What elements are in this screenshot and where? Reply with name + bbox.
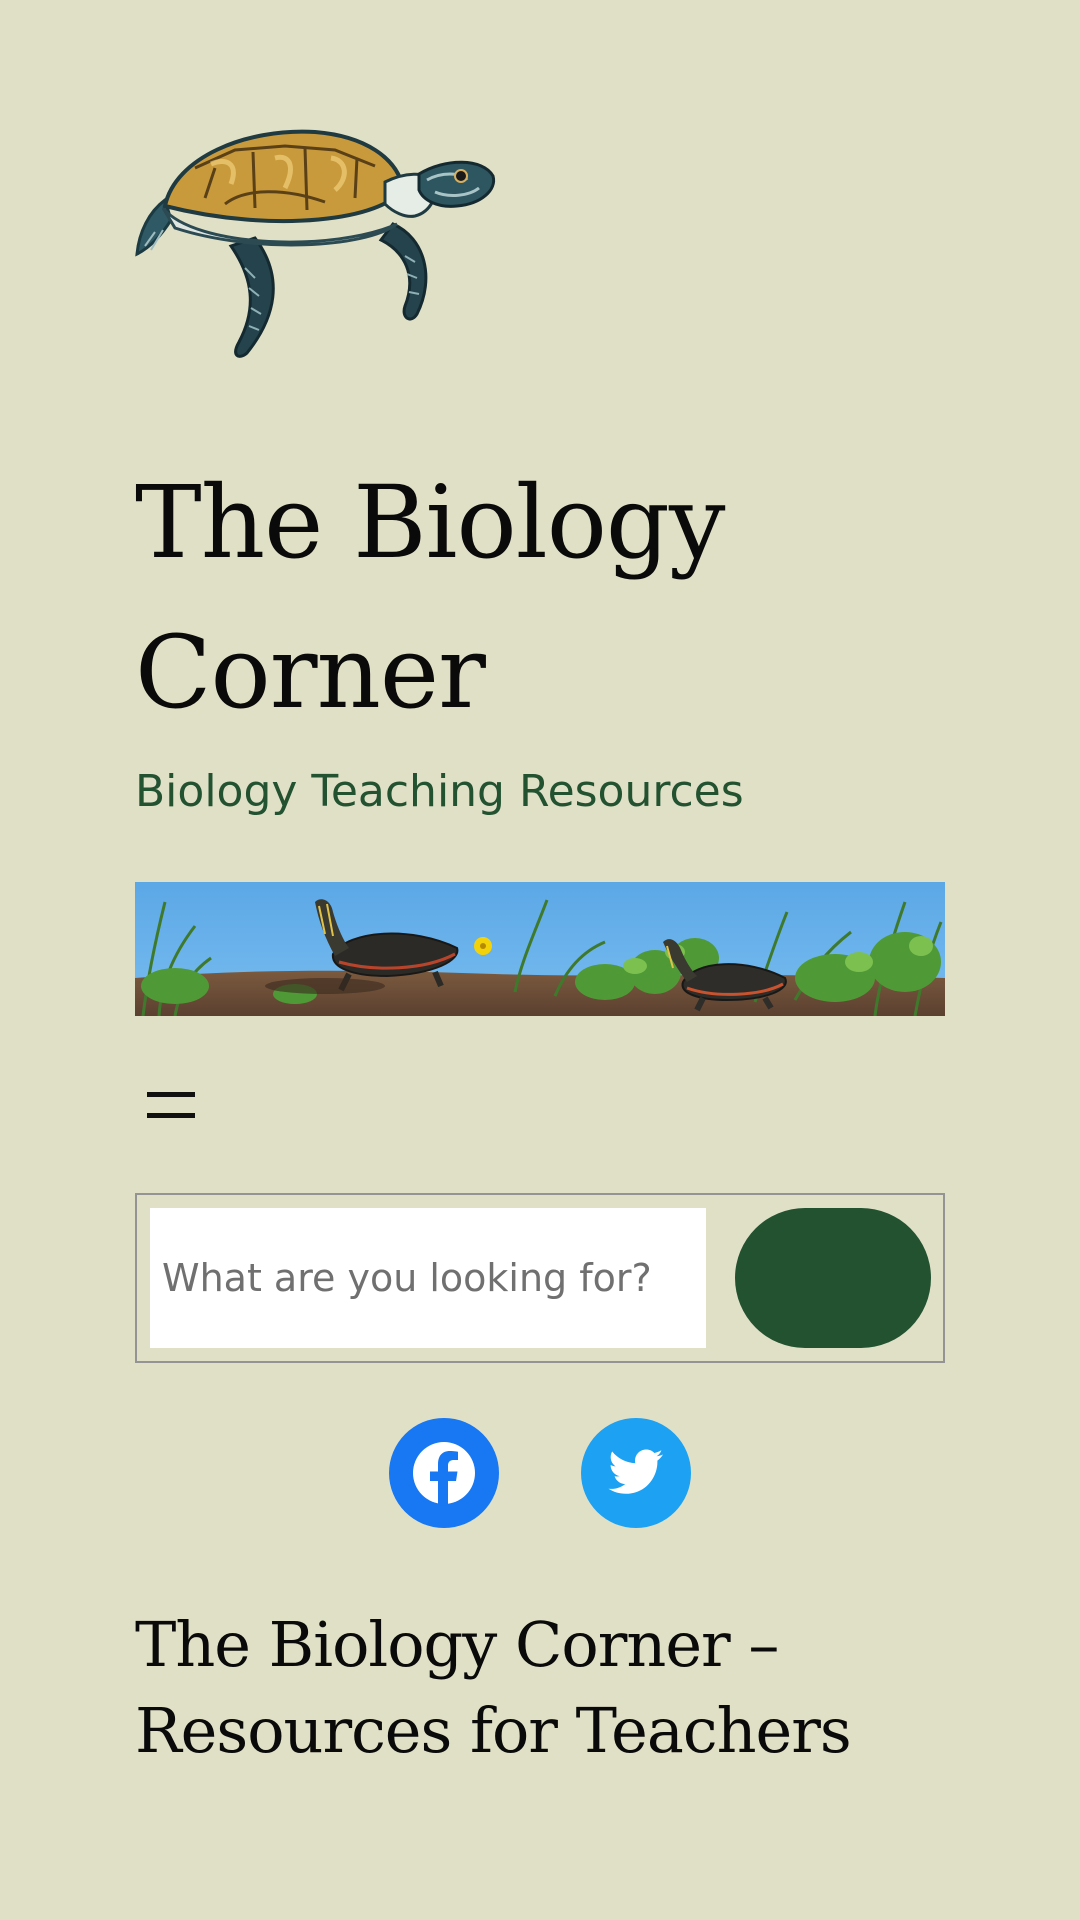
header-banner-image: [135, 882, 945, 1016]
menu-toggle-button[interactable]: [135, 1078, 207, 1134]
sea-turtle-logo-icon: [135, 129, 496, 358]
site-logo[interactable]: [135, 128, 497, 364]
facebook-link[interactable]: [389, 1418, 499, 1528]
painted-turtles-basking-banner: [135, 882, 945, 1016]
search-form: [135, 1193, 945, 1363]
facebook-icon: [413, 1442, 475, 1506]
site-title[interactable]: The Biology Corner: [135, 448, 945, 748]
twitter-link[interactable]: [581, 1418, 691, 1528]
search-input[interactable]: [150, 1208, 706, 1348]
site-tagline: Biology Teaching Resources: [135, 766, 744, 817]
page-heading: The Biology Corner – Resources for Teach…: [135, 1608, 852, 1767]
twitter-icon: [608, 1449, 663, 1494]
search-button[interactable]: [735, 1208, 931, 1348]
